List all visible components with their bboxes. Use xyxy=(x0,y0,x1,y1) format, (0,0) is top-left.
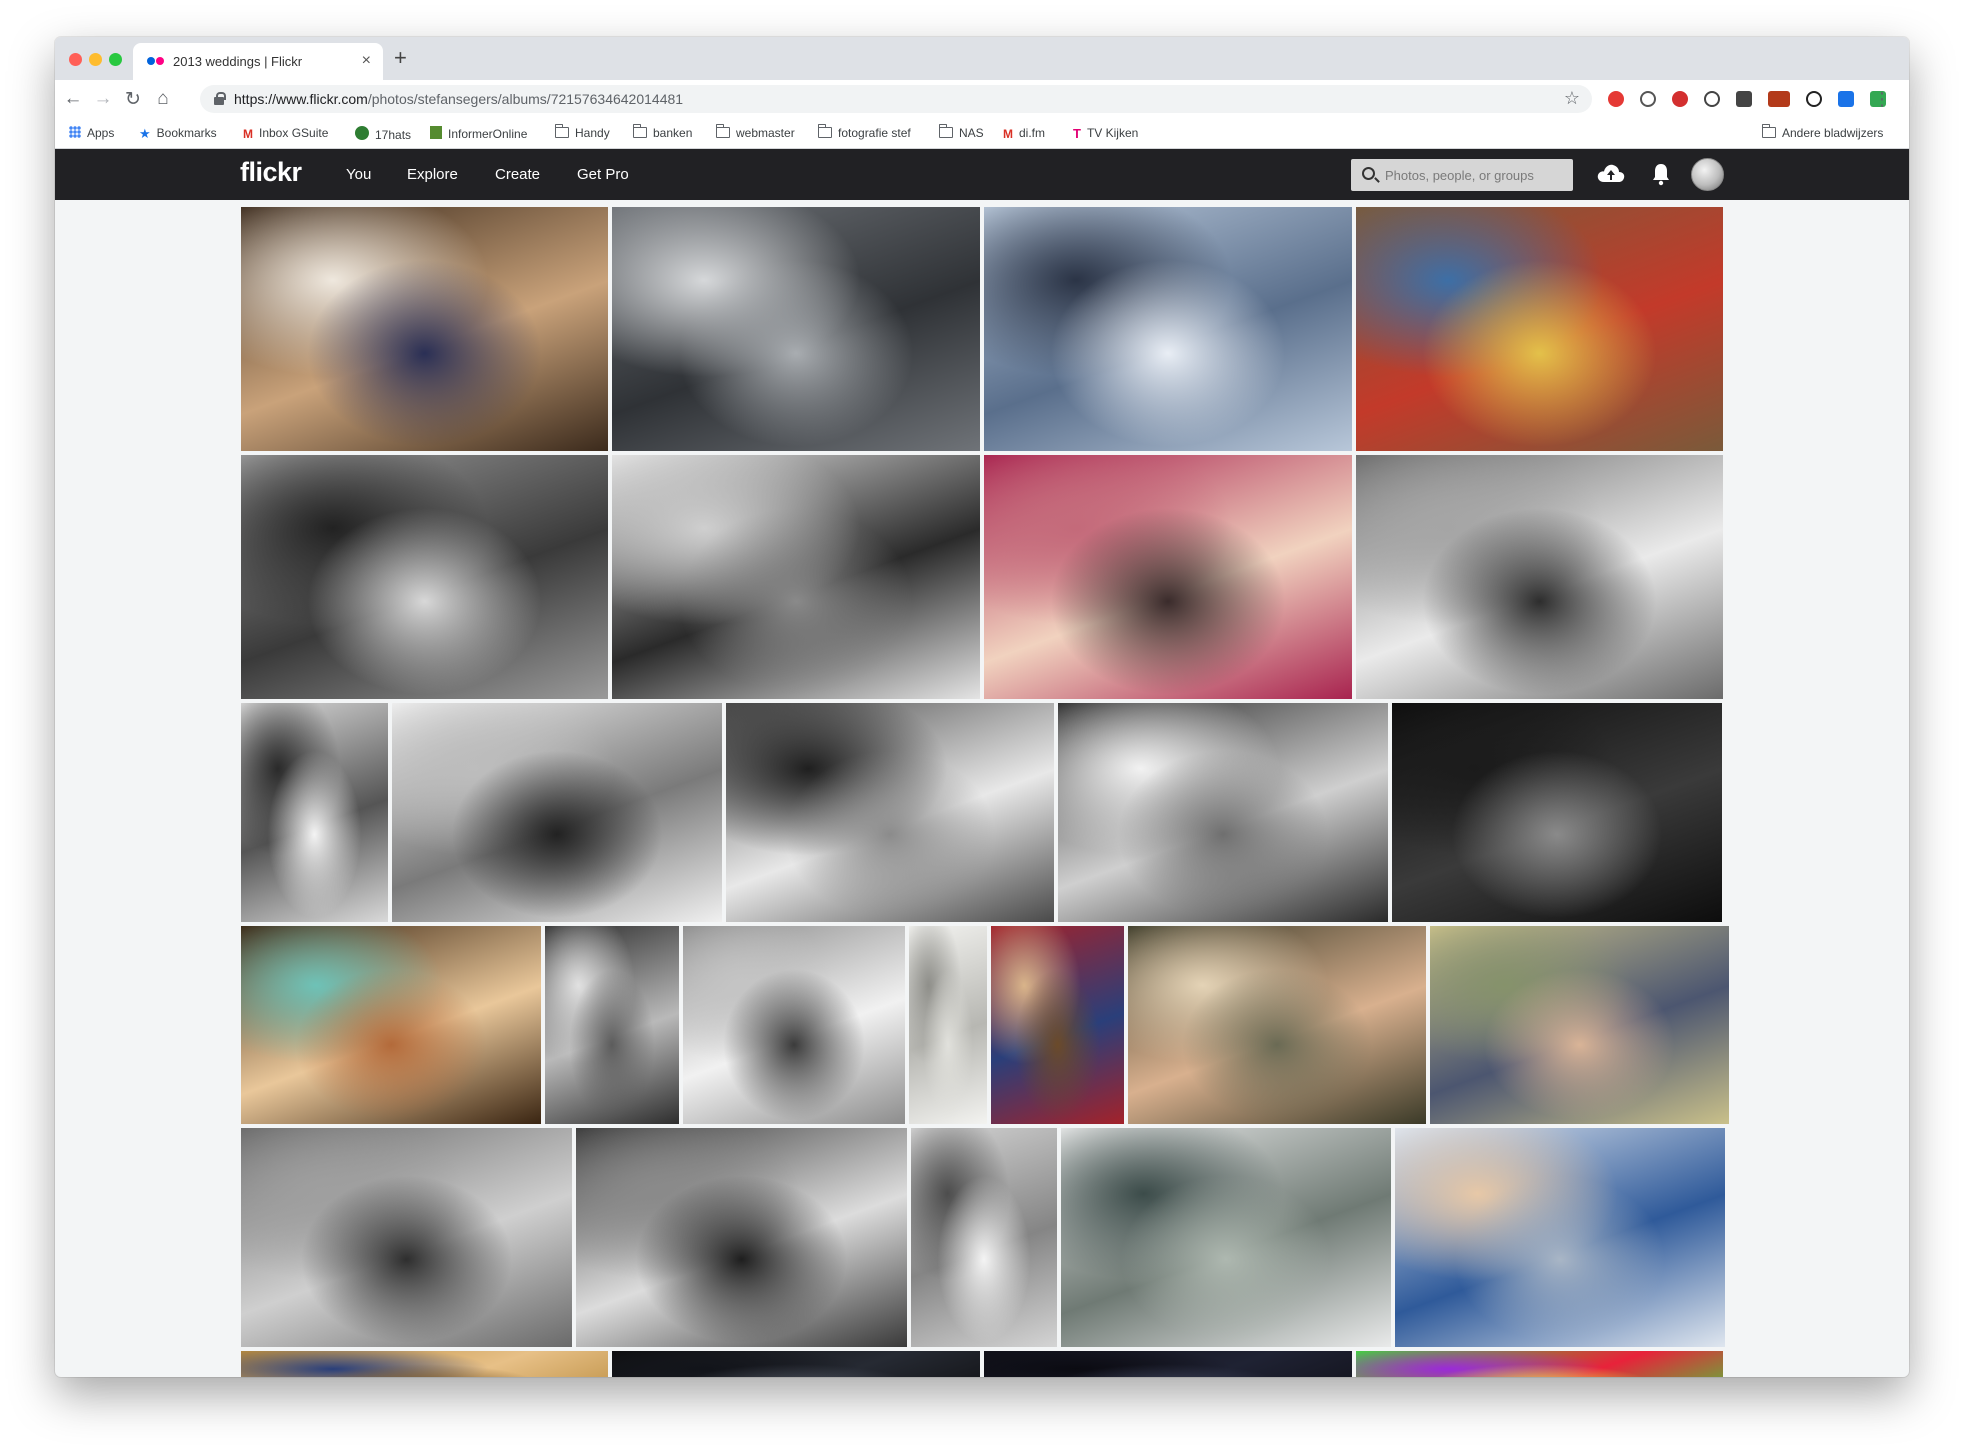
address-bar[interactable]: https://www.flickr.com/photos/stefansege… xyxy=(200,85,1592,113)
upload-cloud-icon[interactable] xyxy=(1596,162,1626,184)
photo-couple-in-forest-bw[interactable] xyxy=(241,1128,572,1347)
maximize-window-button[interactable] xyxy=(109,53,122,66)
flickr-header: flickr You Explore Create Get Pro xyxy=(55,149,1909,200)
photo-couple-in-car-with-camera[interactable] xyxy=(241,207,608,451)
extension-shield-icon[interactable] xyxy=(1736,91,1752,107)
bookmark-17hats[interactable]: 17hats xyxy=(355,126,411,142)
search-box[interactable] xyxy=(1351,159,1573,191)
flickr-logo[interactable]: flickr xyxy=(240,157,302,188)
folder-icon xyxy=(938,124,953,138)
gmail-icon: M xyxy=(1003,127,1013,141)
nav-create[interactable]: Create xyxy=(495,166,540,183)
tmobile-icon: T xyxy=(1073,126,1081,141)
extension-stop-icon[interactable] xyxy=(1672,91,1688,107)
photo-laughing-guest-bw[interactable] xyxy=(545,926,679,1124)
gmail-icon: M xyxy=(243,127,253,141)
bookmark-banken[interactable]: banken xyxy=(632,124,692,140)
extension-clock-icon[interactable] xyxy=(1806,91,1822,107)
star-icon: ★ xyxy=(139,126,151,141)
bookmark-handy[interactable]: Handy xyxy=(554,124,610,140)
search-input[interactable] xyxy=(1385,165,1565,185)
photo-window-door-detail[interactable] xyxy=(909,926,987,1124)
photo-vintage-car-on-lane-bw[interactable] xyxy=(911,1128,1057,1347)
lock-icon xyxy=(214,92,226,105)
back-arrow-icon[interactable]: ← xyxy=(61,88,85,110)
bookmark-di-fm[interactable]: Mdi.fm xyxy=(1003,126,1045,141)
tab-strip: 2013 weddings | Flickr × + xyxy=(55,37,1909,80)
bookmark-bookmarks[interactable]: ★ Bookmarks xyxy=(139,126,217,142)
reload-icon[interactable]: ↻ xyxy=(121,88,145,111)
bookmark-apps[interactable]: Apps xyxy=(69,126,114,140)
photo-groom-wiping-tears[interactable] xyxy=(1430,926,1729,1124)
folder-icon xyxy=(554,124,569,138)
photo-red-carpet-stairs[interactable] xyxy=(991,926,1124,1124)
close-tab-icon[interactable]: × xyxy=(362,52,371,70)
photo-couple-on-station-bridge[interactable] xyxy=(1061,1128,1391,1347)
nav-you[interactable]: You xyxy=(346,166,371,183)
browser-toolbar: ← → ↻ ⌂ https://www.flickr.com/photos/st… xyxy=(55,80,1909,118)
tab-title: 2013 weddings | Flickr xyxy=(173,54,303,69)
photo-bride-veil-bw[interactable] xyxy=(241,703,388,922)
user-avatar[interactable] xyxy=(1691,158,1724,191)
flickr-favicon-icon xyxy=(147,57,167,67)
photo-friends-party-pose[interactable] xyxy=(241,926,541,1124)
photo-elderly-guests-bw[interactable] xyxy=(612,455,980,699)
folder-icon xyxy=(817,124,832,138)
browser-menu-icon[interactable]: ⋮ xyxy=(1873,89,1891,110)
bookmark-other[interactable]: Andere bladwijzers xyxy=(1761,124,1883,140)
photo-toast-at-dinner-bw[interactable] xyxy=(1058,703,1388,922)
photo-dark-reception[interactable] xyxy=(612,1351,980,1377)
photo-couple-seated-bw[interactable] xyxy=(683,926,905,1124)
photo-couple-in-supermarket[interactable] xyxy=(1356,207,1723,451)
extension-adblock-icon[interactable] xyxy=(1608,91,1624,107)
photo-shoes-on-car-bw[interactable] xyxy=(392,703,722,922)
bookmarks-bar: Apps ★ Bookmarks M Inbox GSuite 17hats Inf… xyxy=(55,118,1909,149)
extension-desc-icon[interactable] xyxy=(1768,91,1790,107)
photo-couple-kiss-by-tram[interactable] xyxy=(1395,1128,1725,1347)
bookmark-inbox-gsuite[interactable]: M Inbox GSuite xyxy=(243,126,328,141)
minimize-window-button[interactable] xyxy=(89,53,102,66)
bookmark-nas[interactable]: NAS xyxy=(938,124,984,140)
photo-night-lights[interactable] xyxy=(984,1351,1352,1377)
bookmark-fotografie-stef[interactable]: fotografie stef xyxy=(817,124,911,140)
bookmark-informeronline[interactable]: InformerOnline xyxy=(430,126,527,141)
notifications-bell-icon[interactable] xyxy=(1651,162,1671,186)
nav-explore[interactable]: Explore xyxy=(407,166,458,183)
photo-groomsmen-on-bridge[interactable] xyxy=(612,207,980,451)
browser-window: 2013 weddings | Flickr × + ← → ↻ ⌂ https… xyxy=(55,37,1909,1377)
search-icon[interactable] xyxy=(1362,167,1375,180)
folder-icon xyxy=(715,124,730,138)
photo-couple-on-steps-bw[interactable] xyxy=(726,703,1054,922)
folder-icon xyxy=(632,124,647,138)
extension-sync-icon[interactable] xyxy=(1640,91,1656,107)
extension-info-icon[interactable] xyxy=(1704,91,1720,107)
photo-colorful-party-lights[interactable] xyxy=(1356,1351,1723,1377)
photo-group-shot-from-below[interactable] xyxy=(984,455,1352,699)
photo-dance-spotlight-bw[interactable] xyxy=(1392,703,1722,922)
photo-couple-in-snow-landscape[interactable] xyxy=(984,207,1352,451)
photo-couple-kiss-with-guests-bw[interactable] xyxy=(576,1128,907,1347)
extension-calendar-icon[interactable] xyxy=(1838,91,1854,107)
new-tab-button[interactable]: + xyxy=(394,45,407,71)
active-tab[interactable]: 2013 weddings | Flickr × xyxy=(133,43,383,80)
bookmark-star-icon[interactable]: ☆ xyxy=(1564,88,1580,109)
apps-grid-icon xyxy=(69,126,81,138)
photo-couple-in-hallway-bw[interactable] xyxy=(1356,455,1723,699)
bookmark-tv-kijken[interactable]: T TV Kijken xyxy=(1073,126,1138,141)
photo-couple-in-train-bw[interactable] xyxy=(241,455,608,699)
bookmark-webmaster[interactable]: webmaster xyxy=(715,124,795,140)
photo-groom-glasses-emotional[interactable] xyxy=(1128,926,1426,1124)
folder-icon xyxy=(1761,124,1776,138)
url-text: https://www.flickr.com/photos/stefansege… xyxy=(234,91,684,107)
close-window-button[interactable] xyxy=(69,53,82,66)
photo-wedding-guest-portrait[interactable] xyxy=(241,1351,608,1377)
17hats-icon xyxy=(355,126,369,140)
informer-icon xyxy=(430,126,442,139)
home-icon[interactable]: ⌂ xyxy=(151,88,175,110)
forward-arrow-icon[interactable]: → xyxy=(91,88,115,110)
photo-grid xyxy=(55,200,1909,1377)
nav-get-pro[interactable]: Get Pro xyxy=(577,166,629,183)
